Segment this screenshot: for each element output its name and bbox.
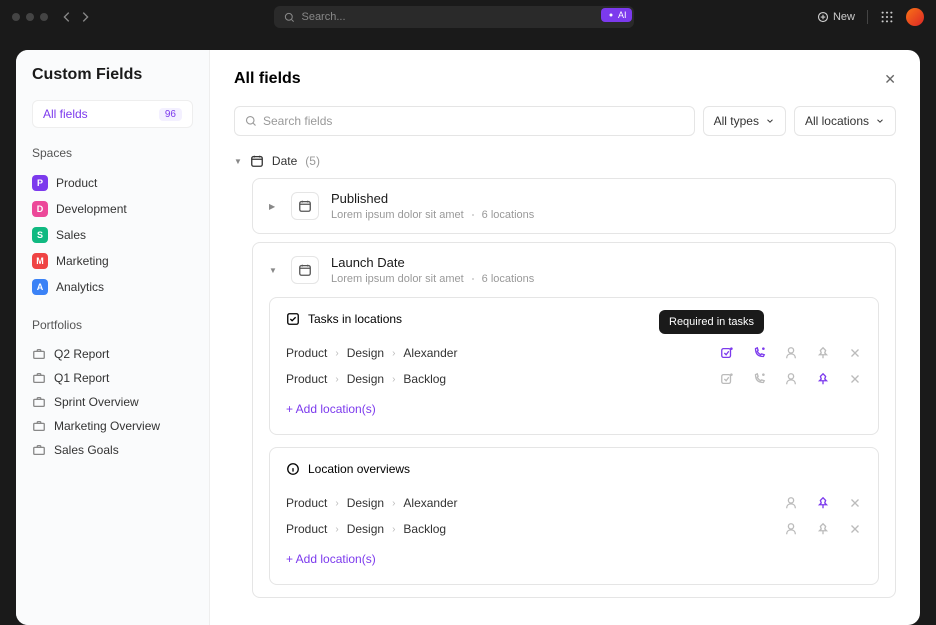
briefcase-icon xyxy=(32,443,46,457)
sidebar-title: Custom Fields xyxy=(32,66,193,84)
space-icon: S xyxy=(32,227,48,243)
avatar[interactable] xyxy=(906,8,924,26)
search-icon xyxy=(284,12,295,23)
section-title: Location overviews xyxy=(308,462,410,476)
sidebar-item-portfolio[interactable]: Q2 Report xyxy=(32,342,193,366)
space-icon: M xyxy=(32,253,48,269)
portfolios-label: Portfolios xyxy=(32,318,193,332)
sidebar: Custom Fields All fields 96 Spaces P Prod… xyxy=(16,50,210,625)
tooltip: Required in tasks xyxy=(659,310,764,334)
filter-types[interactable]: All types xyxy=(703,106,786,136)
nav-arrows[interactable] xyxy=(60,10,92,24)
sidebar-item-space[interactable]: S Sales xyxy=(32,222,193,248)
space-icon: D xyxy=(32,201,48,217)
sparkle-icon xyxy=(607,11,615,19)
briefcase-icon xyxy=(32,371,46,385)
sidebar-tab-all-fields[interactable]: All fields 96 xyxy=(32,100,193,128)
briefcase-icon xyxy=(32,347,46,361)
field-card-published[interactable]: ▶ Published Lorem ipsum dolor sit amet 6… xyxy=(252,178,896,234)
back-icon[interactable] xyxy=(60,10,74,24)
space-icon: A xyxy=(32,279,48,295)
topbar: Search... AI New xyxy=(0,0,936,34)
person-icon[interactable] xyxy=(784,496,798,510)
sidebar-item-portfolio[interactable]: Sprint Overview xyxy=(32,390,193,414)
new-button[interactable]: New xyxy=(817,11,855,23)
portfolio-label: Marketing Overview xyxy=(54,419,160,433)
caret-down-icon: ▼ xyxy=(234,157,242,166)
person-icon[interactable] xyxy=(784,522,798,536)
caret-down-icon[interactable]: ▼ xyxy=(269,266,279,275)
calendar-icon xyxy=(291,256,319,284)
remove-icon[interactable] xyxy=(848,522,862,536)
breadcrumb[interactable]: Product› Design› Alexander xyxy=(286,346,457,360)
info-icon xyxy=(286,462,300,476)
portfolio-label: Q2 Report xyxy=(54,347,109,361)
location-overviews: Location overviews Product› Design› Alex… xyxy=(269,447,879,585)
add-location-button[interactable]: + Add location(s) xyxy=(286,392,862,420)
required-task-icon[interactable] xyxy=(720,346,734,360)
add-location-button[interactable]: + Add location(s) xyxy=(286,542,862,570)
plus-circle-icon xyxy=(817,11,829,23)
forward-icon[interactable] xyxy=(78,10,92,24)
space-icon: P xyxy=(32,175,48,191)
checkbox-icon xyxy=(286,312,300,326)
phone-icon[interactable] xyxy=(752,372,766,386)
sidebar-item-portfolio[interactable]: Q1 Report xyxy=(32,366,193,390)
group-header-date[interactable]: ▼ Date (5) xyxy=(234,154,896,168)
calendar-icon xyxy=(250,154,264,168)
person-icon[interactable] xyxy=(784,346,798,360)
pin-icon[interactable] xyxy=(816,496,830,510)
pin-icon[interactable] xyxy=(816,522,830,536)
portfolio-label: Sales Goals xyxy=(54,443,119,457)
phone-icon[interactable] xyxy=(752,346,766,360)
remove-icon[interactable] xyxy=(848,496,862,510)
count-badge: 96 xyxy=(159,108,182,121)
global-search[interactable]: Search... AI xyxy=(274,6,634,28)
pin-icon[interactable] xyxy=(816,346,830,360)
portfolio-label: Sprint Overview xyxy=(54,395,139,409)
space-label: Sales xyxy=(56,228,86,242)
main-content: All fields ✕ Search fields All types All… xyxy=(210,50,920,625)
space-label: Product xyxy=(56,176,97,190)
calendar-icon xyxy=(291,192,319,220)
sidebar-item-space[interactable]: D Development xyxy=(32,196,193,222)
space-label: Analytics xyxy=(56,280,104,294)
chevron-down-icon xyxy=(765,116,775,126)
sidebar-item-portfolio[interactable]: Marketing Overview xyxy=(32,414,193,438)
pin-icon[interactable] xyxy=(816,372,830,386)
filter-locations[interactable]: All locations xyxy=(794,106,896,136)
caret-right-icon[interactable]: ▶ xyxy=(269,202,279,211)
search-icon xyxy=(245,115,257,127)
required-task-icon[interactable] xyxy=(720,372,734,386)
window-controls[interactable] xyxy=(12,13,48,21)
space-label: Development xyxy=(56,202,127,216)
breadcrumb[interactable]: Product› Design› Backlog xyxy=(286,522,446,536)
sidebar-item-space[interactable]: M Marketing xyxy=(32,248,193,274)
ai-badge[interactable]: AI xyxy=(601,8,633,22)
search-fields-input[interactable]: Search fields xyxy=(234,106,695,136)
sidebar-item-space[interactable]: P Product xyxy=(32,170,193,196)
portfolio-label: Q1 Report xyxy=(54,371,109,385)
section-title: Tasks in locations xyxy=(308,312,402,326)
breadcrumb[interactable]: Product› Design› Alexander xyxy=(286,496,457,510)
page-title: All fields xyxy=(234,70,301,88)
search-placeholder: Search... xyxy=(301,11,345,23)
field-name: Published xyxy=(331,191,879,206)
field-name: Launch Date xyxy=(331,255,879,270)
remove-icon[interactable] xyxy=(848,372,862,386)
sidebar-item-space[interactable]: A Analytics xyxy=(32,274,193,300)
remove-icon[interactable] xyxy=(848,346,862,360)
sidebar-item-portfolio[interactable]: Sales Goals xyxy=(32,438,193,462)
close-button[interactable]: ✕ xyxy=(884,71,896,88)
person-icon[interactable] xyxy=(784,372,798,386)
briefcase-icon xyxy=(32,419,46,433)
chevron-down-icon xyxy=(875,116,885,126)
apps-icon[interactable] xyxy=(880,10,894,24)
tasks-in-locations: Tasks in locations Product› Design› Alex… xyxy=(269,297,879,435)
spaces-label: Spaces xyxy=(32,146,193,160)
breadcrumb[interactable]: Product› Design› Backlog xyxy=(286,372,446,386)
space-label: Marketing xyxy=(56,254,109,268)
briefcase-icon xyxy=(32,395,46,409)
field-card-launch-date: ▼ Launch Date Lorem ipsum dolor sit amet… xyxy=(252,242,896,598)
